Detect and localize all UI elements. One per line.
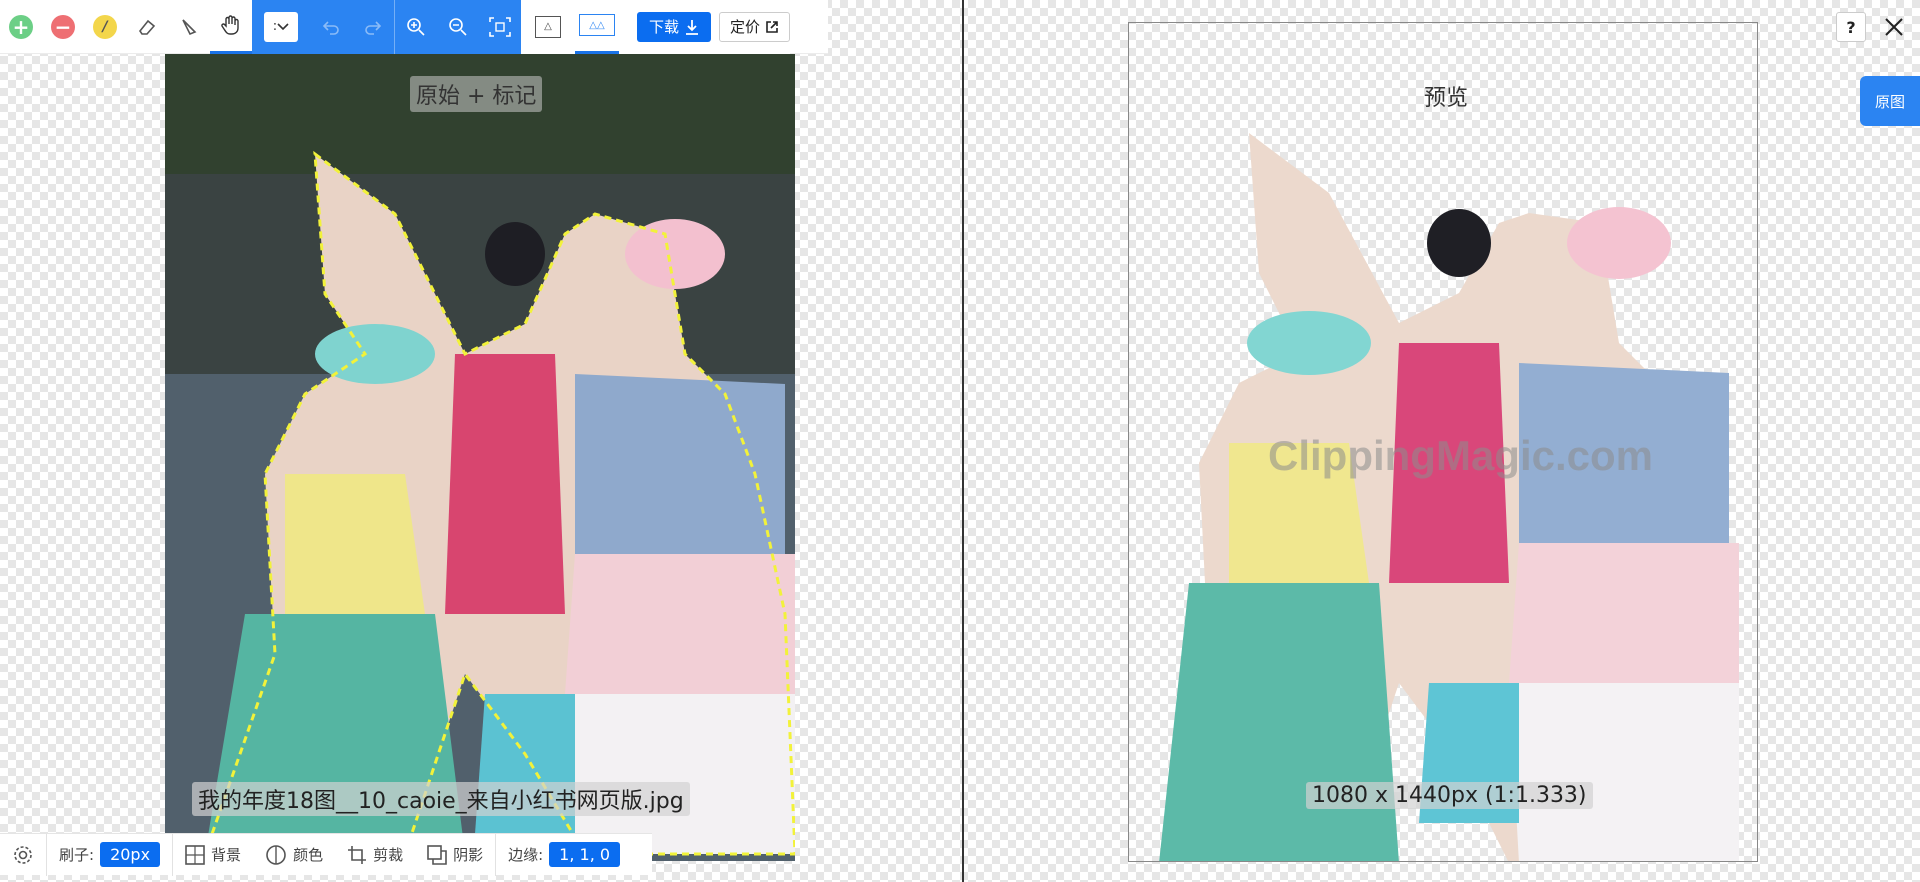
filename-label: 我的年度18图__10_caoie_来自小红书网页版.jpg	[192, 782, 690, 816]
view-mode-group: △ △△ 下载 定价	[521, 0, 791, 54]
close-icon	[1885, 18, 1903, 36]
eraser-icon	[139, 19, 156, 35]
original-image-tab[interactable]: 原图	[1860, 76, 1920, 126]
remove-tool-button[interactable]: −	[42, 0, 84, 54]
shadow-button[interactable]: 阴影	[415, 834, 495, 876]
keep-tool-button[interactable]: +	[0, 0, 42, 54]
pan-tool-button[interactable]	[210, 0, 252, 54]
dual-view-button[interactable]: △△	[575, 0, 619, 54]
settings-button[interactable]	[0, 834, 46, 876]
background-label: 背景	[211, 846, 242, 864]
edge-control[interactable]: 边缘: 1, 1, 0	[496, 834, 632, 876]
single-view-button[interactable]: △	[521, 0, 575, 54]
redo-icon	[365, 20, 382, 35]
brush-size-control[interactable]: 刷子: 20px	[47, 834, 172, 876]
close-button[interactable]	[1876, 10, 1912, 44]
pricing-label: 定价	[730, 18, 761, 36]
left-pane-label: 原始 + 标记	[410, 76, 543, 112]
right-pane-label: 预览	[1424, 86, 1469, 111]
zoom-out-icon	[449, 17, 467, 36]
settings-icon	[14, 845, 32, 864]
scalpel-tool-button[interactable]	[168, 0, 210, 54]
watermark: ClippingMagic.com	[1268, 432, 1654, 479]
view-controls: :	[252, 0, 521, 54]
chevron-down-icon	[277, 22, 289, 30]
hand-icon	[221, 15, 239, 35]
fit-icon	[489, 16, 511, 37]
background-icon	[185, 844, 205, 865]
undo-button[interactable]	[310, 0, 352, 54]
fit-view-button[interactable]	[479, 0, 521, 54]
color-button[interactable]: 颜色	[253, 834, 335, 876]
bottom-toolbar: 刷子: 20px 背景 颜色 剪裁 阴影 边缘: 1, 1, 0	[0, 833, 652, 876]
background-button[interactable]: 背景	[173, 834, 253, 876]
zoom-in-button[interactable]	[395, 0, 437, 54]
redo-button[interactable]	[352, 0, 394, 54]
pricing-button[interactable]: 定价	[719, 11, 791, 42]
scalpel-icon	[182, 18, 197, 35]
undo-icon	[322, 20, 339, 35]
remove-icon: −	[51, 14, 75, 39]
download-button[interactable]: 下载	[637, 11, 712, 42]
crop-button[interactable]: 剪裁	[335, 834, 415, 876]
edge-value[interactable]: 1, 1, 0	[549, 842, 621, 867]
add-icon: +	[9, 14, 33, 39]
shadow-label: 阴影	[453, 846, 484, 864]
edge-label: 边缘:	[508, 846, 544, 864]
color-icon	[266, 844, 286, 865]
download-label: 下载	[649, 18, 680, 36]
image-dimensions: 1080 x 1440px (1:1.333)	[1306, 782, 1593, 809]
mode-select[interactable]: :	[264, 11, 298, 42]
shadow-icon	[427, 844, 447, 865]
color-label: 颜色	[293, 846, 324, 864]
download-icon	[686, 19, 699, 35]
original-photo	[165, 54, 795, 861]
crop-icon	[348, 845, 367, 864]
single-view-icon: △	[535, 15, 561, 38]
brush-label: 刷子:	[59, 846, 95, 864]
eraser-tool-button[interactable]	[126, 0, 168, 54]
hair-brush-icon: /	[93, 14, 117, 39]
hair-tool-button[interactable]: /	[84, 0, 126, 54]
original-image-canvas[interactable]	[165, 54, 795, 861]
brush-size-value[interactable]: 20px	[100, 842, 161, 867]
crop-label: 剪裁	[373, 846, 404, 864]
top-toolbar: + − / : △ △△ 下载 定价	[0, 0, 828, 54]
external-link-icon	[766, 20, 778, 33]
zoom-out-button[interactable]	[437, 0, 479, 54]
dual-view-icon: △△	[579, 14, 615, 36]
zoom-in-icon	[407, 17, 425, 36]
pane-divider[interactable]	[962, 0, 964, 882]
help-button[interactable]: ?	[1836, 12, 1866, 42]
